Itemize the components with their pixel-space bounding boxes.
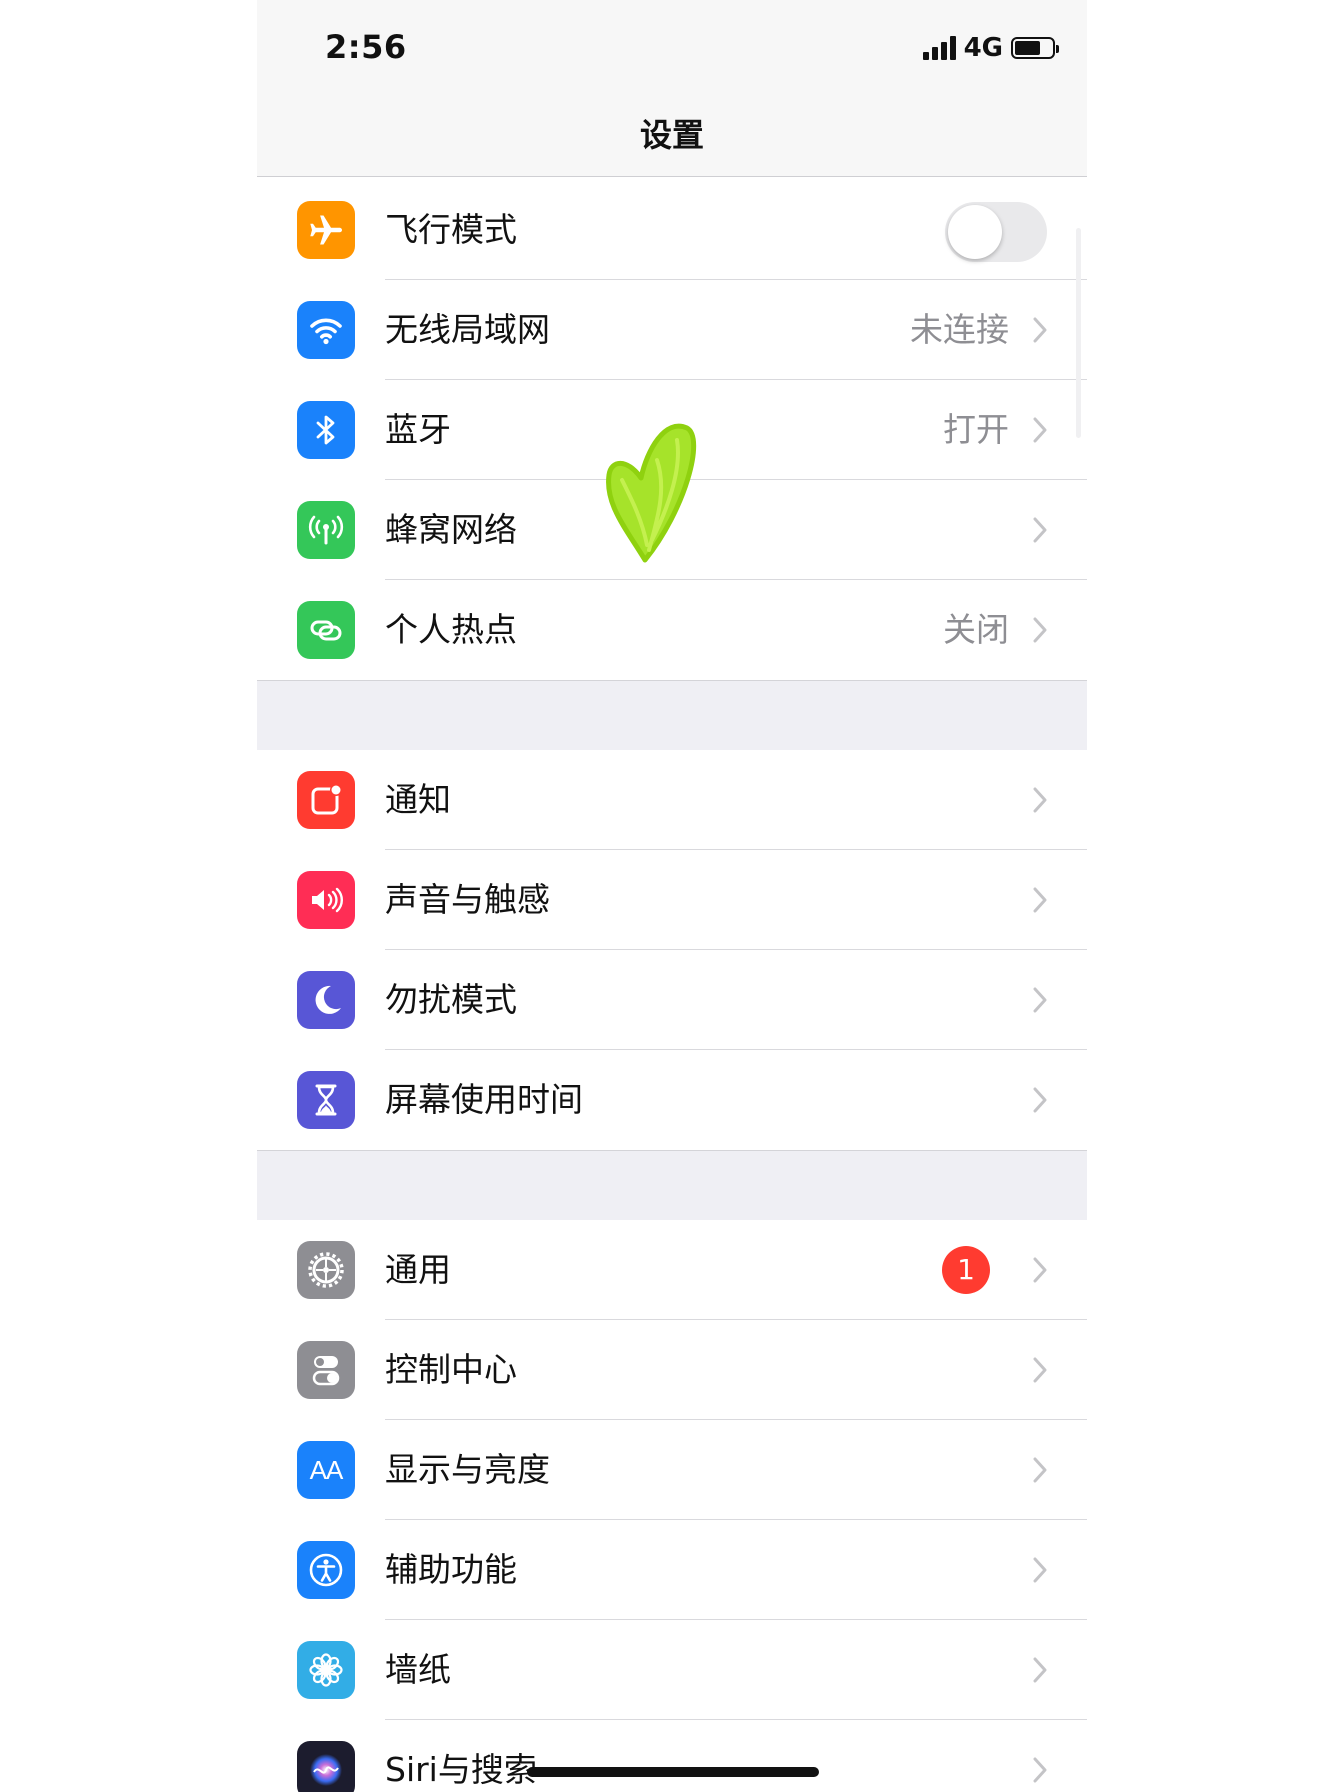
switches-icon — [297, 1341, 355, 1399]
chevron-right-icon — [1033, 1257, 1047, 1283]
row-label: 无线局域网 — [385, 310, 550, 349]
settings-row-personal-hotspot[interactable]: 个人热点 关闭 — [257, 580, 1087, 680]
general-group: 通用 1 控制中心 AA 显示与亮度 辅助功能 墙纸 Siri与搜索 — [257, 1220, 1087, 1792]
home-indicator[interactable] — [527, 1767, 819, 1777]
chevron-right-icon — [1033, 1357, 1047, 1383]
notifications-icon — [297, 771, 355, 829]
accessibility-icon — [297, 1541, 355, 1599]
row-label: 蓝牙 — [385, 410, 451, 449]
airplane-icon — [297, 201, 355, 259]
bluetooth-status: 打开 — [943, 410, 1009, 449]
settings-row-wifi[interactable]: 无线局域网 未连接 — [257, 280, 1087, 380]
settings-row-airplane-mode[interactable]: 飞行模式 — [257, 180, 1087, 280]
settings-row-sounds-haptics[interactable]: 声音与触感 — [257, 850, 1087, 950]
chevron-right-icon — [1033, 617, 1047, 643]
wifi-status: 未连接 — [910, 310, 1009, 349]
wifi-icon — [297, 301, 355, 359]
chevron-right-icon — [1033, 517, 1047, 543]
row-label: 通知 — [385, 780, 451, 819]
cellular-antenna-icon — [297, 501, 355, 559]
text-size-icon: AA — [297, 1441, 355, 1499]
status-indicators: 4G — [922, 33, 1059, 63]
settings-row-do-not-disturb[interactable]: 勿扰模式 — [257, 950, 1087, 1050]
status-time: 2:56 — [325, 28, 407, 66]
settings-row-general[interactable]: 通用 1 — [257, 1220, 1087, 1320]
chevron-right-icon — [1033, 317, 1047, 343]
settings-row-wallpaper[interactable]: 墙纸 — [257, 1620, 1087, 1720]
speaker-icon — [297, 871, 355, 929]
row-label: 个人热点 — [385, 610, 517, 649]
row-label: 墙纸 — [385, 1650, 451, 1689]
hotspot-icon — [297, 601, 355, 659]
settings-screen: 2:56 4G 设置 飞行模式 无线局域网 未连接 蓝牙 打开 蜂窝网络 个人热… — [257, 0, 1087, 1792]
heart-sticker-icon — [606, 423, 697, 563]
siri-icon — [297, 1741, 355, 1792]
hotspot-status: 关闭 — [943, 610, 1009, 649]
update-badge: 1 — [942, 1246, 990, 1294]
row-label: 显示与亮度 — [385, 1450, 550, 1489]
top-bar: 2:56 4G 设置 — [257, 0, 1087, 177]
scroll-indicator — [1076, 228, 1081, 438]
network-type: 4G — [963, 33, 1003, 63]
settings-row-siri-search[interactable]: Siri与搜索 — [257, 1720, 1087, 1792]
page-title: 设置 — [639, 116, 704, 154]
row-label: 声音与触感 — [385, 880, 550, 919]
chevron-right-icon — [1033, 1657, 1047, 1683]
row-label: 飞行模式 — [385, 210, 517, 249]
settings-row-control-center[interactable]: 控制中心 — [257, 1320, 1087, 1420]
section-spacer — [257, 680, 1087, 752]
hourglass-icon — [297, 1071, 355, 1129]
chevron-right-icon — [1033, 1757, 1047, 1783]
row-label: 通用 — [385, 1250, 451, 1289]
section-spacer — [257, 1150, 1087, 1222]
chevron-right-icon — [1033, 1457, 1047, 1483]
settings-row-accessibility[interactable]: 辅助功能 — [257, 1520, 1087, 1620]
chevron-right-icon — [1033, 787, 1047, 813]
chevron-right-icon — [1033, 887, 1047, 913]
row-label: 蜂窝网络 — [385, 510, 517, 549]
airplane-mode-toggle[interactable] — [945, 202, 1047, 262]
chevron-right-icon — [1033, 1557, 1047, 1583]
signal-strength-icon — [922, 36, 956, 60]
flower-icon — [297, 1641, 355, 1699]
chevron-right-icon — [1033, 417, 1047, 443]
settings-row-screen-time[interactable]: 屏幕使用时间 — [257, 1050, 1087, 1150]
settings-row-display-brightness[interactable]: AA 显示与亮度 — [257, 1420, 1087, 1520]
bluetooth-icon — [297, 401, 355, 459]
notifications-group: 通知 声音与触感 勿扰模式 屏幕使用时间 — [257, 750, 1087, 1150]
chevron-right-icon — [1033, 1087, 1047, 1113]
row-label: 屏幕使用时间 — [385, 1080, 583, 1119]
row-label: 辅助功能 — [385, 1550, 517, 1589]
row-label: 勿扰模式 — [385, 980, 517, 1019]
battery-icon — [1011, 37, 1059, 59]
row-label: Siri与搜索 — [385, 1750, 537, 1789]
chevron-right-icon — [1033, 987, 1047, 1013]
row-label: 控制中心 — [385, 1350, 517, 1389]
moon-icon — [297, 971, 355, 1029]
settings-row-notifications[interactable]: 通知 — [257, 750, 1087, 850]
gear-icon — [297, 1241, 355, 1299]
